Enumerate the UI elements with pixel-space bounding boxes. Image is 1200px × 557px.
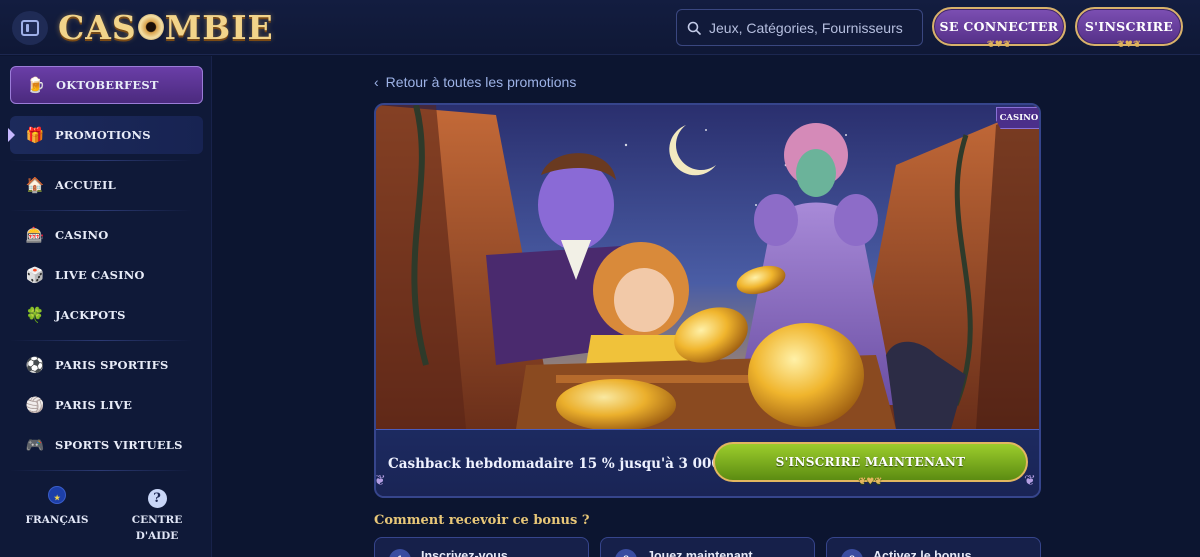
search-input[interactable] bbox=[709, 19, 909, 36]
signup-button[interactable]: S'INSCRIRE ❦♥❦ bbox=[1075, 7, 1183, 50]
search-icon bbox=[687, 21, 701, 35]
help-icon: ? bbox=[147, 489, 167, 508]
top-header: CAS MBIE SE CONNECTER ❦♥❦ S'INSCRIRE ❦♥❦ bbox=[0, 0, 1200, 55]
corner-ornament-icon: ❦ bbox=[374, 472, 386, 488]
sidebar-toggle-icon bbox=[21, 20, 39, 36]
sidebar-item-paris-live[interactable]: 🏐 PARIS LIVE bbox=[10, 386, 203, 424]
help-label-line2: D'AIDE bbox=[135, 530, 179, 542]
step-card: 2 Jouez maintenant bbox=[600, 537, 815, 557]
promotion-title: Cashback hebdomadaire 15 % jusqu'à 3 000… bbox=[388, 456, 735, 472]
chevron-left-icon: ‹ bbox=[374, 74, 379, 90]
back-link-label: Retour à toutes les promotions bbox=[385, 74, 577, 90]
logo-eye-icon bbox=[137, 14, 164, 40]
gamepad-icon: 🎮 bbox=[25, 437, 45, 454]
sidebar-item-label: JACKPOTS bbox=[55, 308, 126, 322]
step-number: 3 bbox=[841, 549, 863, 557]
signup-now-label: S'INSCRIRE MAINTENANT bbox=[775, 455, 966, 469]
how-to-get-bonus-heading: Comment recevoir ce bonus ? bbox=[374, 513, 590, 528]
ornament-icon: ❦♥❦ bbox=[858, 477, 883, 487]
sidebar-item-paris-sportifs[interactable]: ⚽ PARIS SPORTIFS bbox=[10, 346, 203, 384]
casino-icon: 🎰 bbox=[25, 227, 45, 244]
step-number: 2 bbox=[615, 549, 637, 557]
step-number: 1 bbox=[389, 549, 411, 557]
clover-icon: 🍀 bbox=[25, 307, 45, 324]
login-button[interactable]: SE CONNECTER ❦♥❦ bbox=[932, 7, 1066, 50]
eu-flag-icon bbox=[48, 486, 66, 506]
sidebar-item-casino[interactable]: 🎰 CASINO bbox=[10, 216, 203, 254]
sidebar-item-promotions[interactable]: 🎁 PROMOTIONS bbox=[8, 116, 203, 154]
sidebar-item-sports-virtuels[interactable]: 🎮 SPORTS VIRTUELS bbox=[10, 426, 203, 464]
corner-ornament-icon: ❦ bbox=[1024, 472, 1036, 488]
ornament-icon: ❦♥❦ bbox=[1116, 40, 1142, 50]
search-box[interactable] bbox=[676, 9, 923, 46]
language-label: FRANÇAIS bbox=[25, 514, 89, 526]
sidebar-item-label: PARIS LIVE bbox=[55, 398, 133, 412]
sidebar-divider bbox=[10, 160, 192, 161]
logo-text-end: MBIE bbox=[164, 7, 274, 47]
sidebar-item-live-casino[interactable]: 🎲 LIVE CASINO bbox=[10, 256, 203, 294]
live-ball-icon: 🏐 bbox=[25, 397, 45, 414]
sidebar-item-label: OKTOBERFEST bbox=[56, 78, 159, 92]
sidebar-item-label: ACCUEIL bbox=[55, 178, 116, 192]
sidebar-item-accueil[interactable]: 🏠 ACCUEIL bbox=[10, 166, 203, 204]
promotion-banner-image bbox=[376, 105, 1039, 429]
sidebar-item-label: LIVE CASINO bbox=[55, 268, 145, 282]
home-icon: 🏠 bbox=[25, 177, 45, 194]
step-label: Inscrivez-vous bbox=[421, 549, 508, 557]
sidebar-divider bbox=[10, 210, 192, 211]
live-casino-icon: 🎲 bbox=[25, 267, 45, 284]
soccer-ball-icon: ⚽ bbox=[25, 357, 45, 374]
sidebar: 🍺 OKTOBERFEST 🎁 PROMOTIONS 🏠 ACCUEIL 🎰 C… bbox=[0, 56, 212, 557]
step-label: Jouez maintenant bbox=[647, 549, 753, 557]
step-card: 3 Activez le bonus bbox=[826, 537, 1041, 557]
step-card: 1 Inscrivez-vous bbox=[374, 537, 589, 557]
gift-icon: 🎁 bbox=[25, 127, 45, 144]
beer-icon: 🍺 bbox=[26, 77, 46, 94]
sidebar-divider bbox=[10, 470, 192, 471]
promotion-card: CASINO Cashback hebdomadaire 15 % jusqu'… bbox=[374, 103, 1041, 498]
casombie-logo[interactable]: CAS MBIE bbox=[58, 6, 274, 48]
sidebar-item-label: PARIS SPORTIFS bbox=[55, 358, 169, 372]
promotion-footer: Cashback hebdomadaire 15 % jusqu'à 3 000… bbox=[374, 429, 1039, 496]
sidebar-toggle-button[interactable] bbox=[12, 11, 48, 45]
language-selector[interactable]: FRANÇAIS bbox=[12, 486, 102, 528]
sidebar-item-label: CASINO bbox=[55, 228, 109, 242]
signup-now-button[interactable]: S'INSCRIRE MAINTENANT ❦♥❦ bbox=[713, 442, 1028, 487]
logo-text-start: CAS bbox=[58, 7, 137, 47]
sidebar-item-jackpots[interactable]: 🍀 JACKPOTS bbox=[10, 296, 203, 334]
signup-button-label: S'INSCRIRE bbox=[1084, 19, 1174, 34]
step-label: Activez le bonus bbox=[873, 549, 972, 557]
back-to-promotions-link[interactable]: ‹ Retour à toutes les promotions bbox=[374, 74, 576, 90]
help-label-line1: CENTRE bbox=[131, 514, 183, 526]
sidebar-item-label: SPORTS VIRTUELS bbox=[55, 438, 183, 452]
casino-badge: CASINO bbox=[996, 107, 1039, 129]
sidebar-divider bbox=[10, 340, 192, 341]
login-button-label: SE CONNECTER bbox=[939, 19, 1059, 34]
sidebar-item-oktoberfest[interactable]: 🍺 OKTOBERFEST bbox=[10, 66, 203, 104]
ornament-icon: ❦♥❦ bbox=[986, 40, 1012, 50]
help-center-link[interactable]: ? CENTRE D'AIDE bbox=[112, 489, 202, 544]
sidebar-item-label: PROMOTIONS bbox=[55, 128, 151, 142]
